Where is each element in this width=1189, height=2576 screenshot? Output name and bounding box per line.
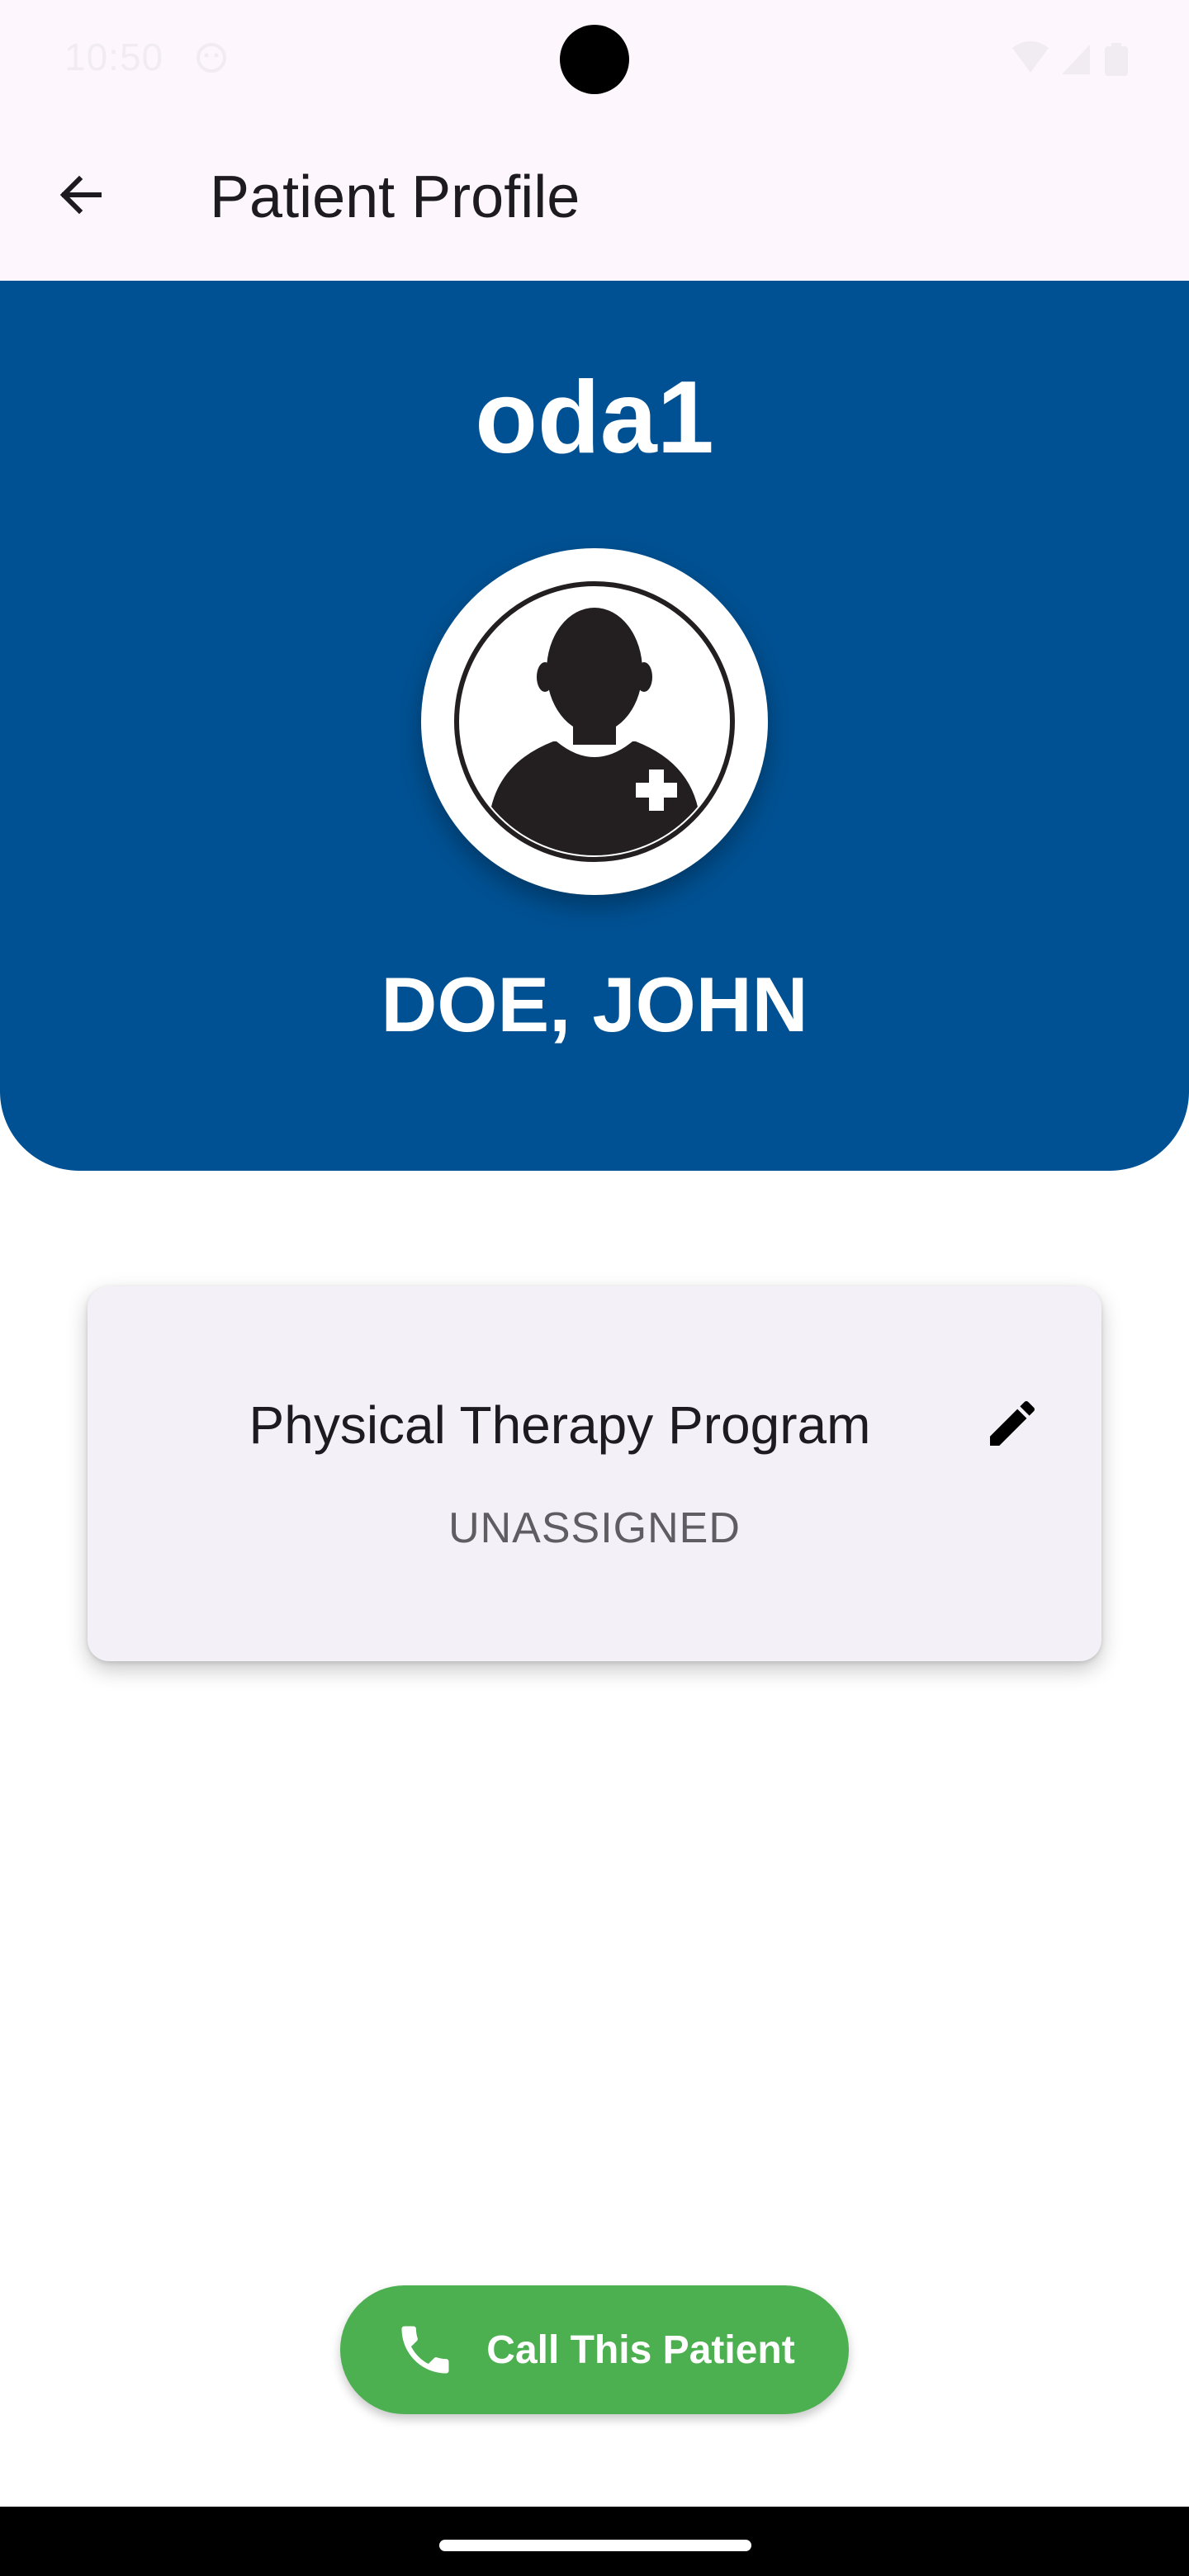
back-button[interactable]: [43, 159, 119, 234]
wifi-icon: [1012, 41, 1049, 73]
call-patient-button[interactable]: Call This Patient: [340, 2285, 849, 2414]
edit-program-button[interactable]: [971, 1384, 1054, 1466]
patient-header: oda1 DOE, JOHN: [0, 281, 1189, 1171]
avatar: [421, 548, 768, 895]
patient-name: DOE, JOHN: [381, 961, 808, 1048]
program-title: Physical Therapy Program: [249, 1395, 871, 1455]
patient-id: oda1: [475, 361, 714, 475]
arrow-left-icon: [54, 168, 107, 225]
program-status: UNASSIGNED: [448, 1504, 741, 1552]
call-button-label: Call This Patient: [486, 2327, 795, 2372]
battery-icon: [1105, 43, 1128, 76]
status-time: 10:50: [64, 36, 164, 78]
patient-avatar-icon: [454, 581, 735, 862]
status-icons: [1011, 40, 1135, 78]
pencil-icon: [983, 1394, 1042, 1457]
face-icon: [195, 41, 228, 74]
camera-cutout: [560, 25, 629, 94]
page-title: Patient Profile: [210, 164, 580, 230]
navigation-bar: [0, 2507, 1189, 2576]
program-card: Physical Therapy Program UNASSIGNED: [88, 1286, 1101, 1661]
status-bar: 10:50: [0, 0, 1189, 116]
app-bar: Patient Profile: [0, 116, 1189, 281]
home-indicator[interactable]: [439, 2540, 751, 2551]
phone-icon: [394, 2318, 457, 2381]
signal-icon: [1062, 45, 1090, 74]
